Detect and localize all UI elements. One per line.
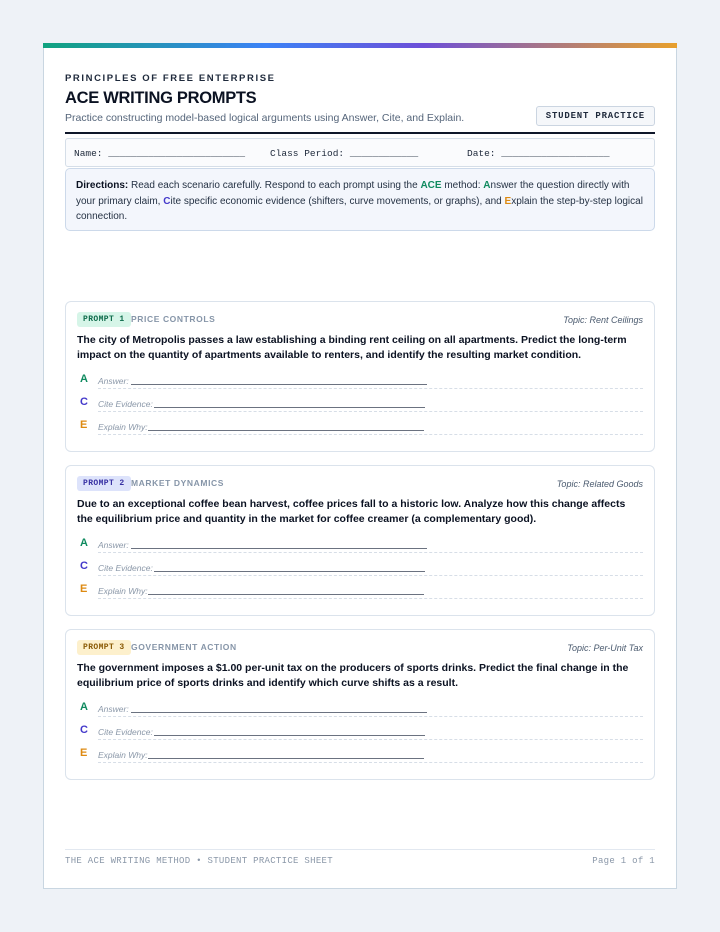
answer-line[interactable] bbox=[131, 384, 427, 385]
ace-letter-a: A bbox=[80, 537, 88, 549]
cite-label: Cite Evidence: bbox=[98, 399, 153, 409]
footer-rule bbox=[65, 849, 655, 850]
explain-row[interactable]: E Explain Why: bbox=[77, 418, 643, 436]
footer-title: THE ACE WRITING METHOD • STUDENT PRACTIC… bbox=[65, 856, 333, 866]
ace-letter-e: E bbox=[80, 747, 88, 759]
prompt-card-3: PROMPT 3 GOVERNMENT ACTION Topic: Per-Un… bbox=[65, 629, 655, 780]
ace-letter-c: C bbox=[80, 560, 88, 572]
prompt-text: The city of Metropolis passes a law esta… bbox=[77, 334, 627, 361]
course-eyebrow: PRINCIPLES OF FREE ENTERPRISE bbox=[65, 73, 276, 84]
prompt-badge: PROMPT 2 bbox=[77, 476, 131, 491]
cite-dashed-line bbox=[98, 411, 643, 412]
directions-text: Read each scenario carefully. Respond to… bbox=[128, 180, 421, 191]
prompt-category: PRICE CONTROLS bbox=[131, 314, 216, 324]
answer-label: Answer: bbox=[98, 704, 129, 714]
directions-box: Directions: Read each scenario carefully… bbox=[65, 168, 655, 231]
worksheet-page: PRINCIPLES OF FREE ENTERPRISE ACE WRITIN… bbox=[43, 43, 677, 889]
prompt-text: The government imposes a $1.00 per-unit … bbox=[77, 662, 629, 689]
answer-row[interactable]: A Answer: bbox=[77, 536, 643, 554]
answer-row[interactable]: A Answer: bbox=[77, 372, 643, 390]
explain-dashed-line bbox=[98, 598, 643, 599]
prompt-badge: PROMPT 3 bbox=[77, 640, 131, 655]
student-practice-badge: STUDENT PRACTICE bbox=[535, 106, 655, 126]
ace-letter-e: E bbox=[80, 419, 88, 431]
explain-label: Explain Why: bbox=[98, 750, 148, 760]
explain-row[interactable]: E Explain Why: bbox=[77, 582, 643, 600]
answer-line[interactable] bbox=[131, 712, 427, 713]
ace-letter-e: E bbox=[80, 583, 88, 595]
explain-label: Explain Why: bbox=[98, 586, 148, 596]
cite-dashed-line bbox=[98, 739, 643, 740]
answer-label: Answer: bbox=[98, 540, 129, 550]
cite-row[interactable]: C Cite Evidence: bbox=[77, 559, 643, 577]
prompt-text: Due to an exceptional coffee bean harves… bbox=[77, 498, 626, 525]
prompt-card-1: PROMPT 1 PRICE CONTROLS Topic: Rent Ceil… bbox=[65, 301, 655, 452]
cite-row[interactable]: C Cite Evidence: bbox=[77, 723, 643, 741]
directions-label: Directions: bbox=[76, 180, 129, 191]
explain-line[interactable] bbox=[148, 594, 424, 595]
name-field[interactable]: Name: ________________________ bbox=[74, 148, 245, 159]
explain-line[interactable] bbox=[148, 758, 424, 759]
cite-line[interactable] bbox=[154, 407, 425, 408]
answer-line[interactable] bbox=[131, 548, 427, 549]
cite-dashed-line bbox=[98, 575, 643, 576]
directions-text: ite specific economic evidence (shifters… bbox=[170, 195, 505, 207]
directions-a-letter: A bbox=[483, 180, 491, 191]
date-field[interactable]: Date: ___________________ bbox=[467, 148, 610, 159]
explain-dashed-line bbox=[98, 762, 643, 763]
explain-label: Explain Why: bbox=[98, 422, 148, 432]
answer-dashed-line bbox=[98, 552, 643, 553]
answer-row[interactable]: A Answer: bbox=[77, 700, 643, 718]
ace-letter-c: C bbox=[80, 724, 88, 736]
page-number: Page 1 of 1 bbox=[592, 856, 655, 866]
prompt-category: MARKET DYNAMICS bbox=[131, 478, 225, 488]
cite-label: Cite Evidence: bbox=[98, 727, 153, 737]
answer-label: Answer: bbox=[98, 376, 129, 386]
cite-line[interactable] bbox=[154, 571, 425, 572]
class-period-field[interactable]: Class Period: ____________ bbox=[270, 148, 418, 159]
answer-dashed-line bbox=[98, 716, 643, 717]
directions-text: method: bbox=[441, 180, 484, 191]
explain-dashed-line bbox=[98, 434, 643, 435]
answer-dashed-line bbox=[98, 388, 643, 389]
page-title: ACE WRITING PROMPTS bbox=[65, 89, 257, 107]
prompt-topic: Topic: Rent Ceilings bbox=[563, 315, 643, 325]
prompt-topic: Topic: Related Goods bbox=[556, 479, 643, 489]
directions-ace: ACE bbox=[420, 180, 442, 191]
cite-line[interactable] bbox=[154, 735, 425, 736]
ace-letter-c: C bbox=[80, 396, 88, 408]
ace-letter-a: A bbox=[80, 701, 88, 713]
cite-row[interactable]: C Cite Evidence: bbox=[77, 395, 643, 413]
prompt-category: GOVERNMENT ACTION bbox=[131, 642, 237, 652]
gradient-top-bar bbox=[43, 43, 677, 48]
prompt-badge: PROMPT 1 bbox=[77, 312, 131, 327]
ace-letter-a: A bbox=[80, 373, 88, 385]
page-subtitle: Practice constructing model-based logica… bbox=[65, 112, 465, 124]
prompt-topic: Topic: Per-Unit Tax bbox=[567, 643, 643, 653]
header-rule bbox=[65, 132, 655, 134]
explain-row[interactable]: E Explain Why: bbox=[77, 746, 643, 764]
prompt-card-2: PROMPT 2 MARKET DYNAMICS Topic: Related … bbox=[65, 465, 655, 616]
explain-line[interactable] bbox=[148, 430, 424, 431]
student-info-bar: Name: ________________________ Class Per… bbox=[65, 138, 655, 167]
cite-label: Cite Evidence: bbox=[98, 563, 153, 573]
